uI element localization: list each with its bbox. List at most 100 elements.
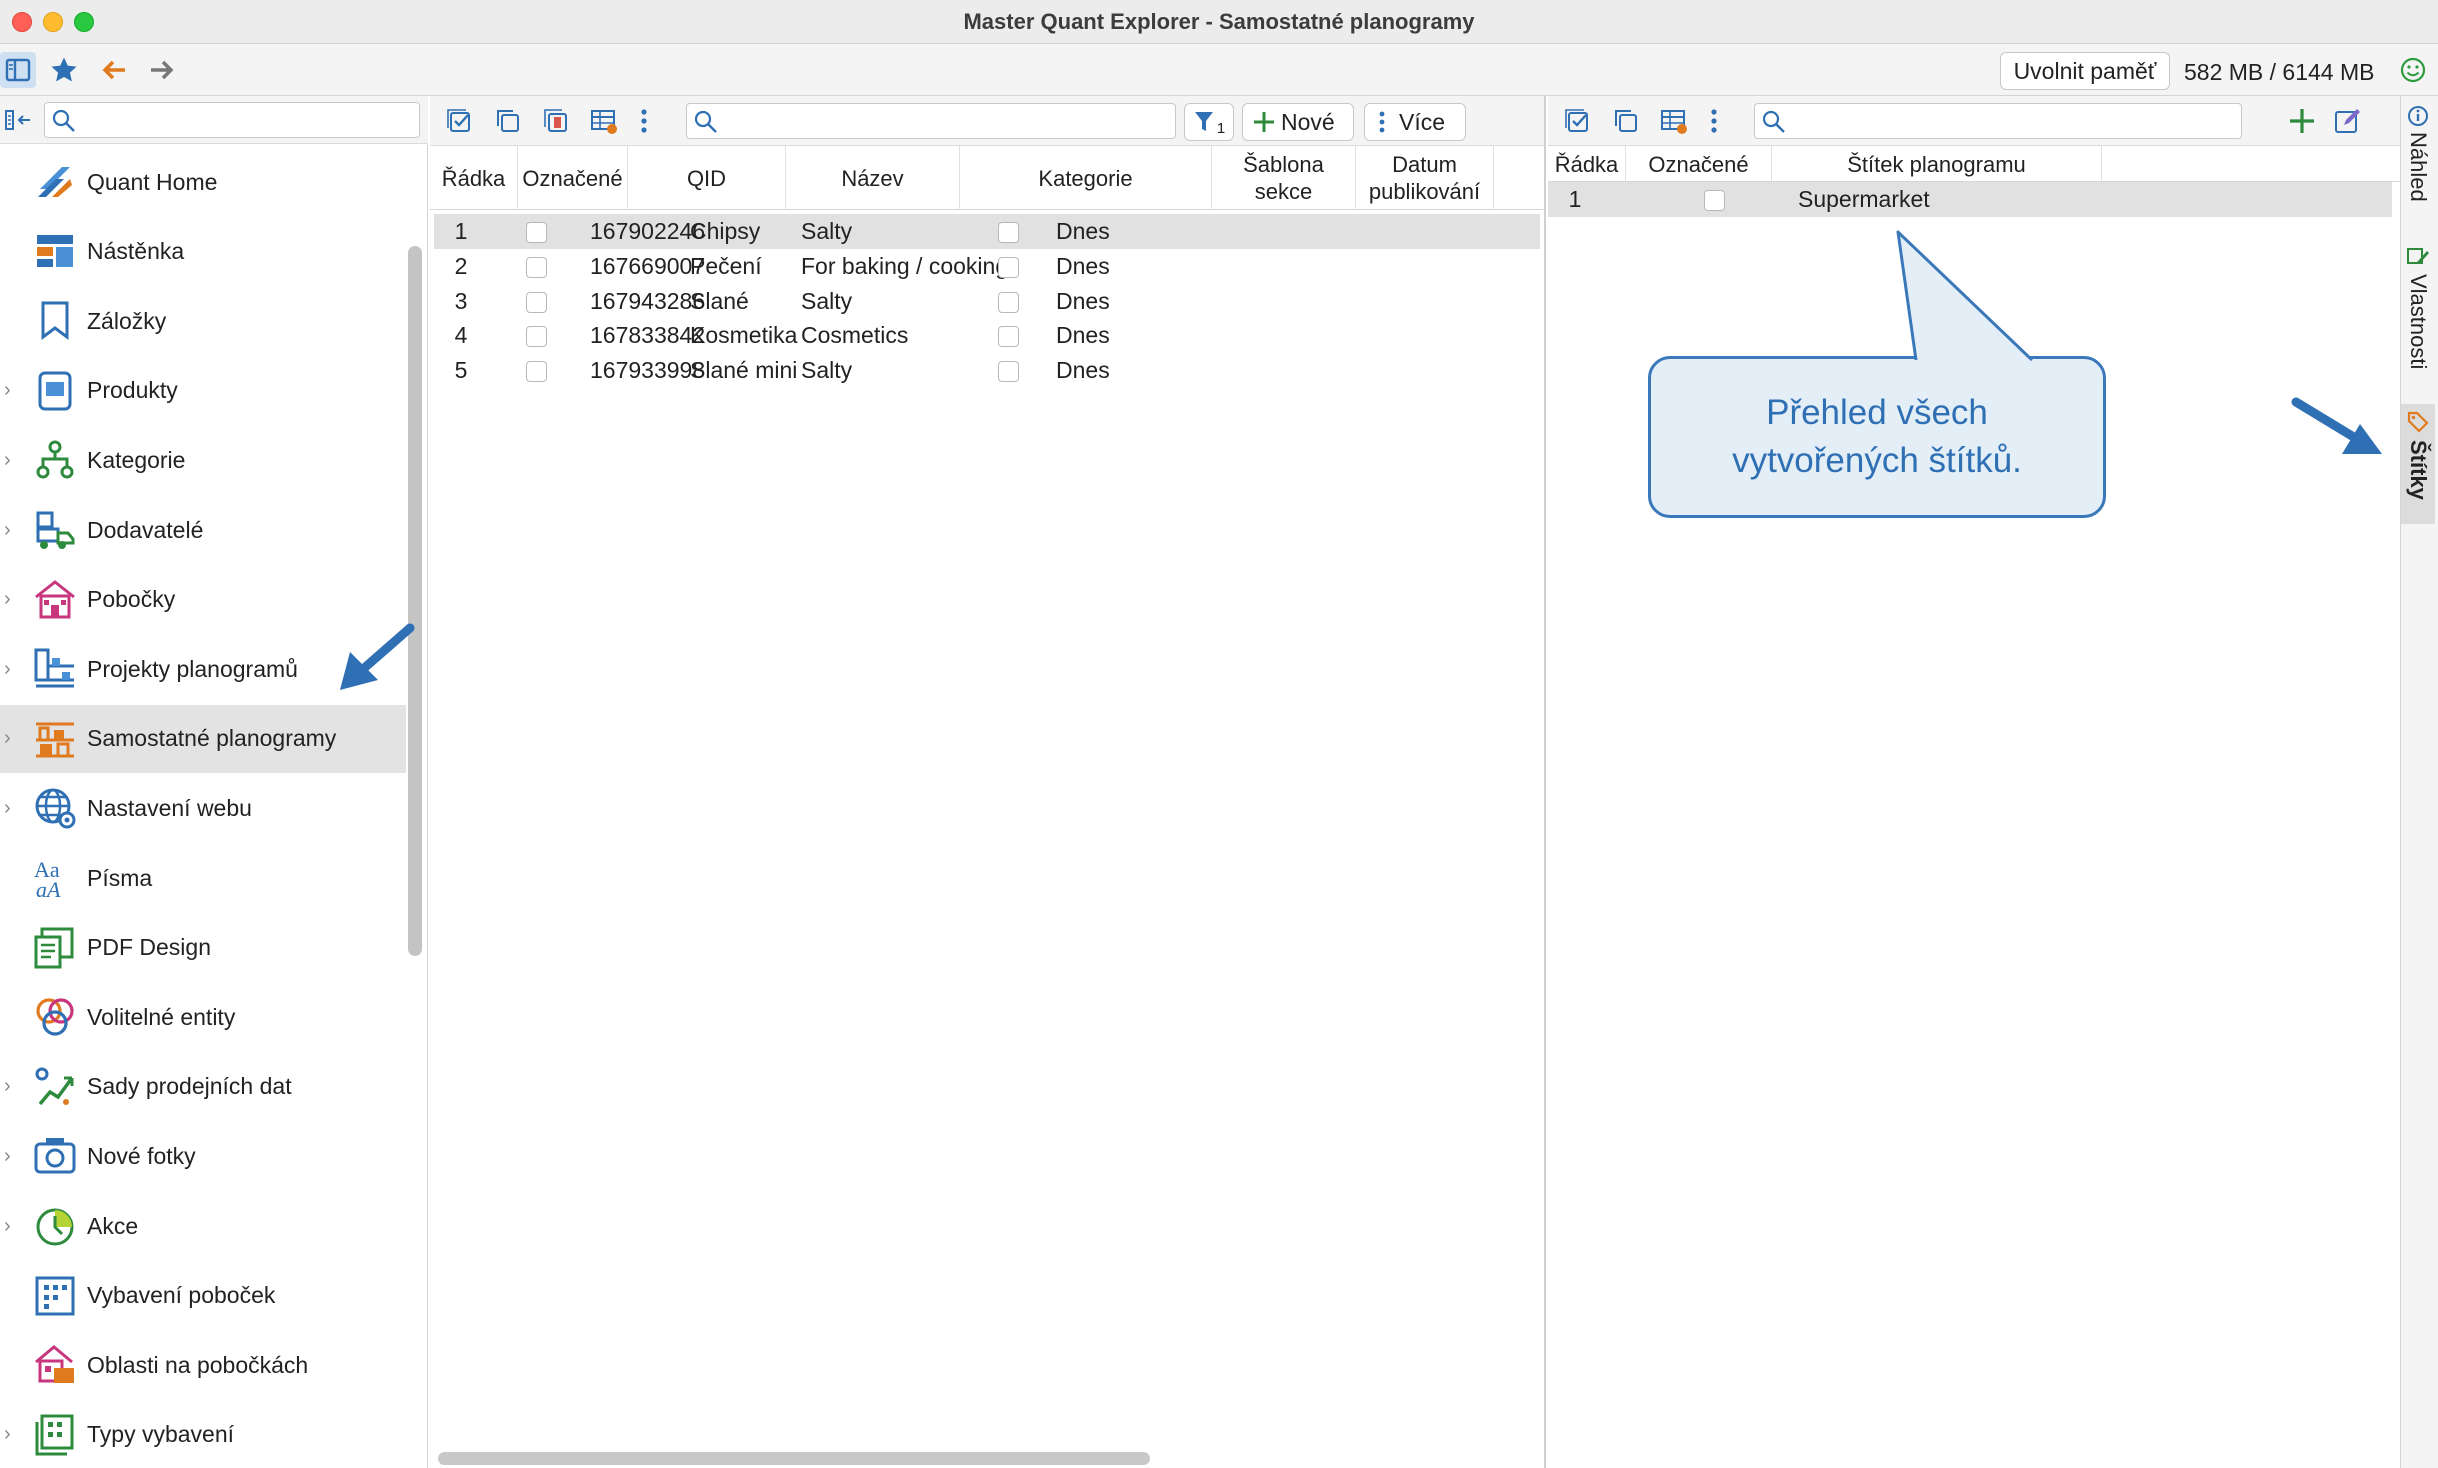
section-template-checkbox[interactable]: [998, 361, 1019, 383]
new-button[interactable]: Nové: [1242, 103, 1354, 141]
nav-item-optional-entities[interactable]: Volitelné entity: [0, 983, 406, 1051]
cell-category: For baking / cooking: [801, 252, 1009, 279]
quant-home-icon: [32, 159, 78, 205]
planograms-table-header: Řádka Označené QID Název Kategorie Šablo…: [430, 146, 1544, 210]
nav-item-store-equipment[interactable]: Vybavení poboček: [0, 1262, 406, 1330]
column-header-qid[interactable]: QID: [628, 146, 786, 210]
table-row[interactable]: 2 167669007 Pečení For baking / cooking Dnes: [434, 249, 1540, 284]
nav-item-label: Quant Home: [87, 168, 218, 195]
nav-item-web-settings[interactable]: › Nastavení webu: [0, 774, 406, 842]
chevron-right-icon[interactable]: ›: [4, 797, 18, 820]
marked-checkbox[interactable]: [1704, 190, 1725, 211]
more-button[interactable]: Více: [1364, 103, 1466, 141]
star-icon[interactable]: [46, 52, 82, 88]
smiley-icon: [2400, 57, 2426, 83]
chevron-right-icon[interactable]: ›: [4, 588, 18, 611]
column-header-section-template[interactable]: Šablona sekce: [1212, 146, 1356, 210]
planograms-search-input[interactable]: [686, 103, 1176, 139]
tags-search-input[interactable]: [1754, 103, 2242, 139]
add-tag-button[interactable]: [2284, 103, 2320, 139]
section-template-checkbox[interactable]: [998, 256, 1019, 278]
nav-item-quant-home[interactable]: Quant Home: [0, 148, 406, 216]
nav-item-label: Vybavení poboček: [87, 1282, 276, 1309]
chevron-right-icon[interactable]: ›: [4, 1075, 18, 1098]
store-areas-icon: [32, 1342, 78, 1388]
column-header-name[interactable]: Název: [786, 146, 960, 210]
nav-item-planogram[interactable]: › Samostatné planogramy: [0, 704, 406, 773]
nav-item-planogram-project[interactable]: › Projekty planogramů: [0, 635, 406, 703]
collapse-tree-icon[interactable]: [0, 102, 36, 138]
chevron-right-icon[interactable]: ›: [4, 1145, 18, 1168]
arrow-left-icon[interactable]: [96, 52, 132, 88]
table-settings-icon[interactable]: [586, 103, 622, 139]
nav-item-product[interactable]: › Produkty: [0, 357, 406, 425]
chevron-right-icon[interactable]: ›: [4, 449, 18, 472]
chevron-right-icon[interactable]: ›: [4, 519, 18, 542]
chevron-right-icon[interactable]: ›: [4, 1423, 18, 1446]
marked-checkbox[interactable]: [526, 222, 547, 243]
more-vertical-icon[interactable]: [1696, 103, 1732, 139]
marked-checkbox[interactable]: [526, 361, 547, 383]
marked-checkbox[interactable]: [526, 291, 547, 313]
nav-search-input[interactable]: [44, 102, 420, 138]
section-template-checkbox[interactable]: [998, 326, 1019, 348]
nav-item-camera[interactable]: › Nové fotky: [0, 1122, 406, 1190]
table-row[interactable]: 5 167933998 Slané mini Salty Dnes: [434, 353, 1540, 388]
section-template-checkbox[interactable]: [998, 222, 1019, 243]
table-row[interactable]: 1 167902246 Chipsy Salty Dnes: [434, 214, 1540, 249]
nav-item-promotion[interactable]: › Akce: [0, 1192, 406, 1260]
filter-button[interactable]: 1: [1184, 103, 1234, 141]
more-vertical-icon[interactable]: [626, 103, 662, 139]
nav-item-fonts[interactable]: Aa aA Písma: [0, 844, 406, 912]
cell-row: 3: [454, 287, 468, 314]
sidebar-toggle-icon[interactable]: [0, 52, 36, 88]
nav-item-dashboard[interactable]: Nástěnka: [0, 218, 406, 286]
nav-item-sales-data[interactable]: › Sady prodejních dat: [0, 1053, 406, 1121]
nav-item-label: Typy vybavení: [87, 1421, 235, 1448]
cell-tag: Supermarket: [1798, 186, 1930, 212]
table-settings-icon[interactable]: [1656, 103, 1692, 139]
nav-item-equipment-types[interactable]: › Typy vybavení: [0, 1401, 406, 1468]
chevron-right-icon[interactable]: ›: [4, 379, 18, 402]
invert-selection-icon[interactable]: [538, 103, 574, 139]
table-row[interactable]: 1 Supermarket: [1548, 182, 2392, 217]
select-all-icon[interactable]: [1560, 103, 1596, 139]
nav-item-supplier[interactable]: › Dodavatelé: [0, 496, 406, 564]
nav-item-pdf-design[interactable]: PDF Design: [0, 914, 406, 982]
marked-checkbox[interactable]: [526, 326, 547, 348]
select-all-icon[interactable]: [442, 103, 478, 139]
free-memory-button[interactable]: Uvolnit paměť: [2000, 52, 2170, 90]
column-header-marked[interactable]: Označené: [1626, 146, 1772, 182]
table-row[interactable]: 3 167943286 Slané Salty Dnes: [434, 284, 1540, 319]
chevron-right-icon[interactable]: ›: [4, 1215, 18, 1238]
svg-text:aA: aA: [36, 877, 61, 901]
tab-preview[interactable]: Náhled: [2401, 104, 2435, 244]
nav-search-row: [0, 96, 428, 144]
column-header-row[interactable]: Řádka: [1548, 146, 1626, 182]
column-header-publish-date[interactable]: Datum publikování: [1356, 146, 1494, 210]
table-row[interactable]: 4 167833842 Kosmetika Cosmetics Dnes: [434, 318, 1540, 353]
nav-item-bookmark[interactable]: Záložky: [0, 287, 406, 355]
nav-scrollbar[interactable]: [408, 246, 422, 956]
section-template-checkbox[interactable]: [998, 291, 1019, 313]
nav-item-category-tree[interactable]: › Kategorie: [0, 426, 406, 494]
cell-published: Dnes: [1056, 252, 1110, 279]
column-header-category[interactable]: Kategorie: [960, 146, 1212, 210]
edit-icon[interactable]: [2330, 103, 2366, 139]
chevron-right-icon[interactable]: ›: [4, 727, 18, 750]
copy-icon[interactable]: [490, 103, 526, 139]
column-header-row[interactable]: Řádka: [430, 146, 518, 210]
column-header-tag[interactable]: Štítek planogramu: [1772, 146, 2102, 182]
arrow-right-icon[interactable]: [144, 52, 180, 88]
cell-category: Salty: [801, 357, 853, 384]
marked-checkbox[interactable]: [526, 256, 547, 278]
tab-tags[interactable]: Štítky: [2401, 404, 2435, 524]
nav-item-store-areas[interactable]: Oblasti na pobočkách: [0, 1331, 406, 1399]
tab-properties[interactable]: Vlastnosti: [2401, 246, 2435, 396]
chevron-right-icon[interactable]: ›: [4, 658, 18, 681]
column-header-marked[interactable]: Označené: [518, 146, 628, 210]
sales-data-icon: [32, 1064, 78, 1110]
copy-icon[interactable]: [1608, 103, 1644, 139]
planograms-horizontal-scrollbar[interactable]: [438, 1452, 1150, 1465]
nav-item-store[interactable]: › Pobočky: [0, 566, 406, 634]
